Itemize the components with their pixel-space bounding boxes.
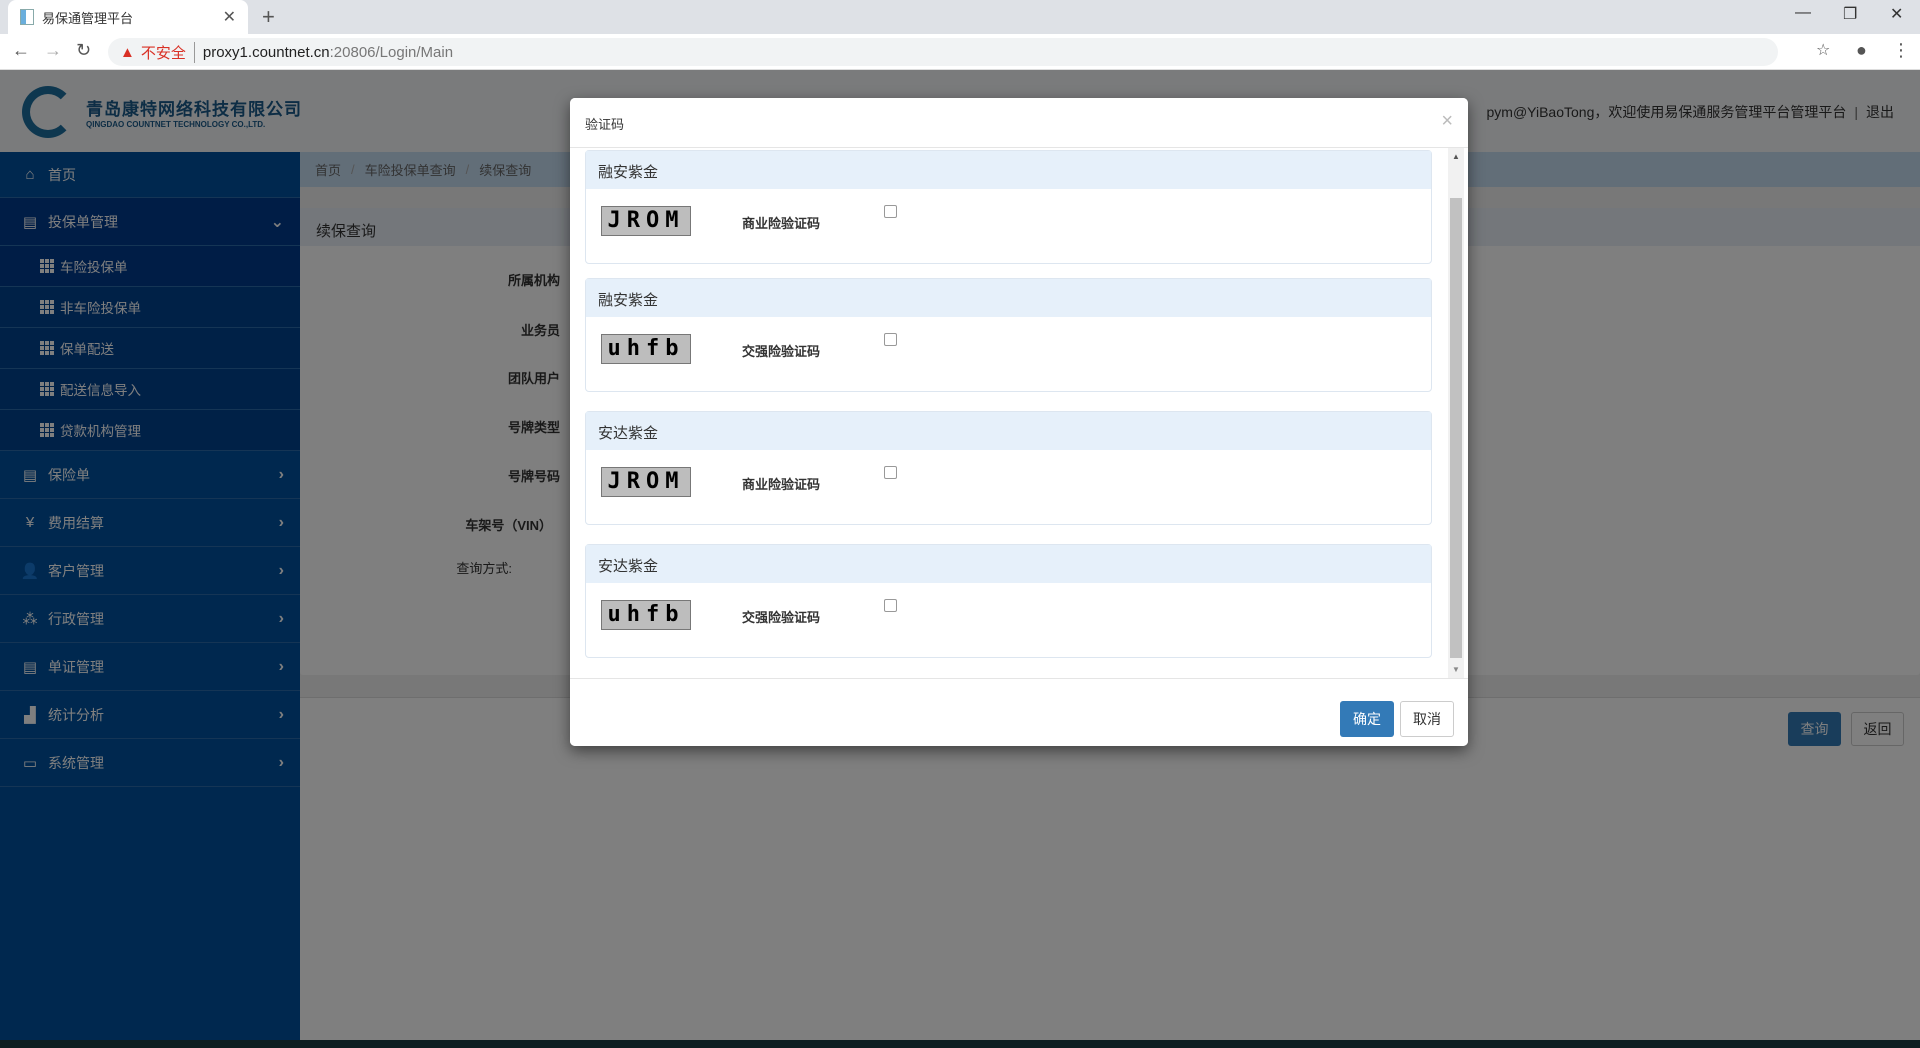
tab-title: 易保通管理平台 xyxy=(42,10,134,26)
new-tab-button[interactable]: + xyxy=(262,4,275,30)
card-company: 安达紫金 xyxy=(586,412,1431,450)
dialog-header: 验证码 × xyxy=(570,98,1468,148)
captcha-checkbox[interactable] xyxy=(884,599,897,612)
close-window-button[interactable]: ✕ xyxy=(1890,4,1903,24)
captcha-checkbox[interactable] xyxy=(884,466,897,479)
card-company: 安达紫金 xyxy=(586,545,1431,583)
captcha-label: 交强险验证码 xyxy=(742,344,821,359)
captcha-image[interactable]: JROM xyxy=(601,206,691,236)
address-bar-row: ← → ↻ ▲ 不安全 proxy1.countnet.cn:20806/Login… xyxy=(0,34,1920,70)
cancel-button[interactable]: 取消 xyxy=(1400,701,1454,737)
scrollbar-thumb[interactable] xyxy=(1450,198,1462,658)
reload-icon[interactable]: ↻ xyxy=(76,40,91,61)
close-icon[interactable]: × xyxy=(1441,110,1453,133)
close-tab-icon[interactable]: ✕ xyxy=(223,7,236,27)
warning-icon: ▲ xyxy=(120,43,135,61)
captcha-image[interactable]: uhfb xyxy=(601,600,691,630)
scroll-down-icon[interactable]: ▼ xyxy=(1452,665,1460,674)
captcha-label: 商业险验证码 xyxy=(742,216,821,231)
scroll-up-icon[interactable]: ▲ xyxy=(1452,152,1460,161)
captcha-label: 交强险验证码 xyxy=(742,610,821,625)
url-input[interactable]: ▲ 不安全 proxy1.countnet.cn:20806/Login/Main xyxy=(108,38,1778,66)
browser-tab[interactable]: 易保通管理平台 ✕ xyxy=(8,0,248,34)
dialog-scrollbar[interactable]: ▲ ▼ xyxy=(1448,148,1464,678)
card-company: 融安紫金 xyxy=(586,279,1431,317)
captcha-card: 融安紫金 uhfb 交强险验证码 xyxy=(585,278,1432,392)
taskbar xyxy=(0,1040,1920,1048)
menu-icon[interactable]: ⋮ xyxy=(1892,40,1910,61)
url-path: :20806/Login/Main xyxy=(329,43,454,61)
restore-button[interactable]: ❐ xyxy=(1843,4,1857,24)
captcha-card: 安达紫金 uhfb 交强险验证码 xyxy=(585,544,1432,658)
captcha-card: 安达紫金 JROM 商业险验证码 xyxy=(585,411,1432,525)
confirm-button[interactable]: 确定 xyxy=(1340,701,1394,737)
card-company: 融安紫金 xyxy=(586,151,1431,189)
url-host: proxy1.countnet.cn xyxy=(202,43,330,61)
captcha-label: 商业险验证码 xyxy=(742,477,821,492)
back-icon[interactable]: ← xyxy=(12,40,30,61)
profile-icon[interactable]: ● xyxy=(1856,40,1867,61)
page-favicon-icon xyxy=(20,9,34,25)
captcha-checkbox[interactable] xyxy=(884,205,897,218)
captcha-image[interactable]: JROM xyxy=(601,467,691,497)
insecure-label: 不安全 xyxy=(141,41,195,63)
dialog-body: 融安紫金 JROM 商业险验证码 融安紫金 uhfb 交强险验证码 安达紫金 JROM 商业… xyxy=(570,148,1468,678)
dialog-title: 验证码 xyxy=(585,117,625,132)
forward-icon[interactable]: → xyxy=(44,40,62,61)
captcha-image[interactable]: uhfb xyxy=(601,334,691,364)
captcha-card: 融安紫金 JROM 商业险验证码 xyxy=(585,150,1432,264)
browser-tab-bar: 易保通管理平台 ✕ + — ❐ ✕ xyxy=(0,0,1920,34)
minimize-button[interactable]: — xyxy=(1795,4,1811,22)
bookmark-star-icon[interactable]: ☆ xyxy=(1816,40,1830,60)
captcha-dialog: 融安紫金 JROM 商业险验证码 融安紫金 uhfb 交强险验证码 安达紫金 JROM 商业… xyxy=(570,98,1468,746)
dialog-footer: 确定 取消 xyxy=(570,678,1468,746)
captcha-checkbox[interactable] xyxy=(884,333,897,346)
